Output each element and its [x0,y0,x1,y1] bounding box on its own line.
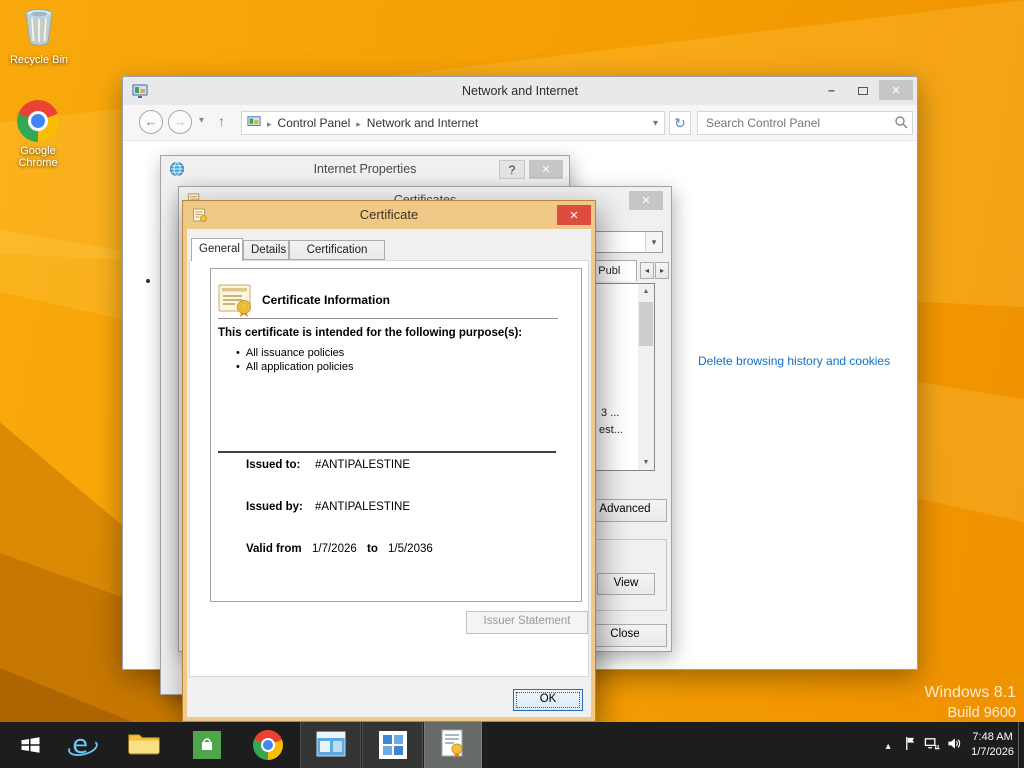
tab-scroll-right-button[interactable] [655,262,669,279]
scroll-down-button[interactable]: ▼ [638,455,654,470]
tab-details[interactable]: Details [243,240,289,260]
valid-to-label: to [367,543,378,555]
back-button[interactable] [139,110,163,134]
list-item-fragment[interactable]: est... [599,424,623,436]
start-button[interactable] [8,722,52,768]
address-bar[interactable]: Control Panel Network and Internet [241,111,665,135]
volume-icon[interactable] [943,736,965,754]
breadcrumb-separator-icon [261,116,278,130]
minimize-button[interactable] [817,80,846,100]
recent-pages-dropdown[interactable] [199,115,204,126]
forward-button[interactable] [168,110,192,134]
ok-button[interactable]: OK [513,689,583,711]
breadcrumb-separator-icon [350,116,367,130]
up-button[interactable] [218,113,225,129]
issued-by-label: Issued by: [246,501,303,513]
list-item-fragment[interactable]: 3 ... [601,407,619,419]
purpose-heading: This certificate is intended for the fol… [218,327,522,339]
certificate-info-heading: Certificate Information [262,293,390,307]
certificate-body: General Details Certification Path Certi… [187,229,591,717]
tab-general[interactable]: General [191,238,243,261]
valid-from-label: Valid from [246,543,302,555]
purpose-item: All issuance policies [236,347,344,359]
taskbar-file-explorer[interactable] [124,722,164,768]
close-button[interactable] [557,205,591,225]
refresh-button[interactable] [669,111,691,135]
issuer-statement-button[interactable]: Issuer Statement [466,611,588,634]
maximize-icon [858,87,868,95]
separator-line-dark [218,451,556,453]
taskbar-chrome[interactable] [248,722,288,768]
desktop-icon-label: Google Chrome [18,145,57,169]
internet-explorer-icon: e [65,728,99,763]
valid-to-value: 1/5/2036 [388,543,433,555]
taskbar-control-panel-window[interactable] [300,722,361,768]
address-icon [242,115,261,132]
taskbar-certificate-dialog-active[interactable] [424,722,482,768]
taskbar-internet-explorer[interactable]: e [62,722,102,768]
blue-grid-icon [379,731,407,759]
store-icon [193,731,221,759]
scrollbar-thumb[interactable] [639,302,653,346]
address-dropdown-icon[interactable] [647,118,664,129]
search-input[interactable] [706,116,894,130]
issued-to-value: #ANTIPALESTINE [315,459,410,471]
separator-line [218,318,558,319]
search-box[interactable] [697,111,913,135]
network-icon[interactable] [921,736,943,754]
show-desktop-button[interactable] [1018,722,1024,768]
explorer-titlebar[interactable]: Network and Internet [123,77,917,105]
scroll-up-button[interactable]: ▲ [638,284,654,299]
watermark-line1: Windows 8.1 [924,682,1016,704]
issued-by-value: #ANTIPALESTINE [315,501,410,513]
window-title: Network and Internet [123,77,917,105]
general-tab-page: Certificate Information This certificate… [189,260,589,677]
app-window-icon [316,731,346,760]
internet-properties-icon [169,161,185,180]
clock-time: 7:48 AM [971,730,1014,745]
taskbar-store[interactable] [188,722,226,768]
help-button[interactable]: ? [499,160,525,179]
certificate-page-icon [440,729,466,762]
purpose-item: All application policies [236,361,353,373]
show-hidden-icons-button[interactable] [877,738,899,752]
delete-browsing-history-link[interactable]: Delete browsing history and cookies [698,354,890,368]
combobox-dropdown-icon[interactable] [645,232,662,252]
maximize-button[interactable] [848,80,877,100]
taskbar: e [0,722,1024,768]
explorer-toolbar: Control Panel Network and Internet [123,105,917,141]
taskbar-certificates-snapin[interactable] [362,722,423,768]
view-button[interactable]: View [597,573,655,595]
certificate-dialog: Certificate General Details Certificatio… [182,200,596,722]
close-button[interactable] [879,80,913,100]
clock-date: 1/7/2026 [971,745,1014,760]
valid-from-value: 1/7/2026 [312,543,357,555]
desktop-icon-google-chrome[interactable]: Google Chrome [0,100,76,169]
search-icon[interactable] [894,115,908,132]
certificate-titlebar[interactable]: Certificate [183,201,595,229]
watermark-line2: Build 9600 [924,704,1016,724]
issued-to-label: Issued to: [246,459,300,471]
breadcrumb-network-and-internet[interactable]: Network and Internet [367,116,478,130]
desktop-icon-label: Recycle Bin [10,54,68,66]
vertical-scrollbar[interactable]: ▲ ▼ [638,284,654,470]
windows-logo-icon [19,734,42,756]
tab-certification-path[interactable]: Certification Path [289,240,385,260]
certificate-title-icon [192,207,208,226]
build-watermark: Windows 8.1 Build 9600 [924,682,1016,723]
file-explorer-icon [127,730,161,760]
chrome-icon [253,730,283,760]
system-tray: 7:48 AM 1/7/2026 [877,722,1024,768]
close-button[interactable] [629,191,663,210]
action-center-flag-icon[interactable] [899,736,921,754]
desktop-icon-recycle-bin[interactable]: Recycle Bin [1,6,77,66]
breadcrumb-control-panel[interactable]: Control Panel [278,116,351,130]
clipped-list-bullet [146,279,150,283]
close-button[interactable] [529,160,563,179]
certificate-info-icon [218,283,256,322]
taskbar-clock[interactable]: 7:48 AM 1/7/2026 [965,730,1024,760]
tab-scroll-left-button[interactable] [640,262,654,279]
chrome-icon [17,100,59,142]
recycle-bin-icon [1,6,77,51]
